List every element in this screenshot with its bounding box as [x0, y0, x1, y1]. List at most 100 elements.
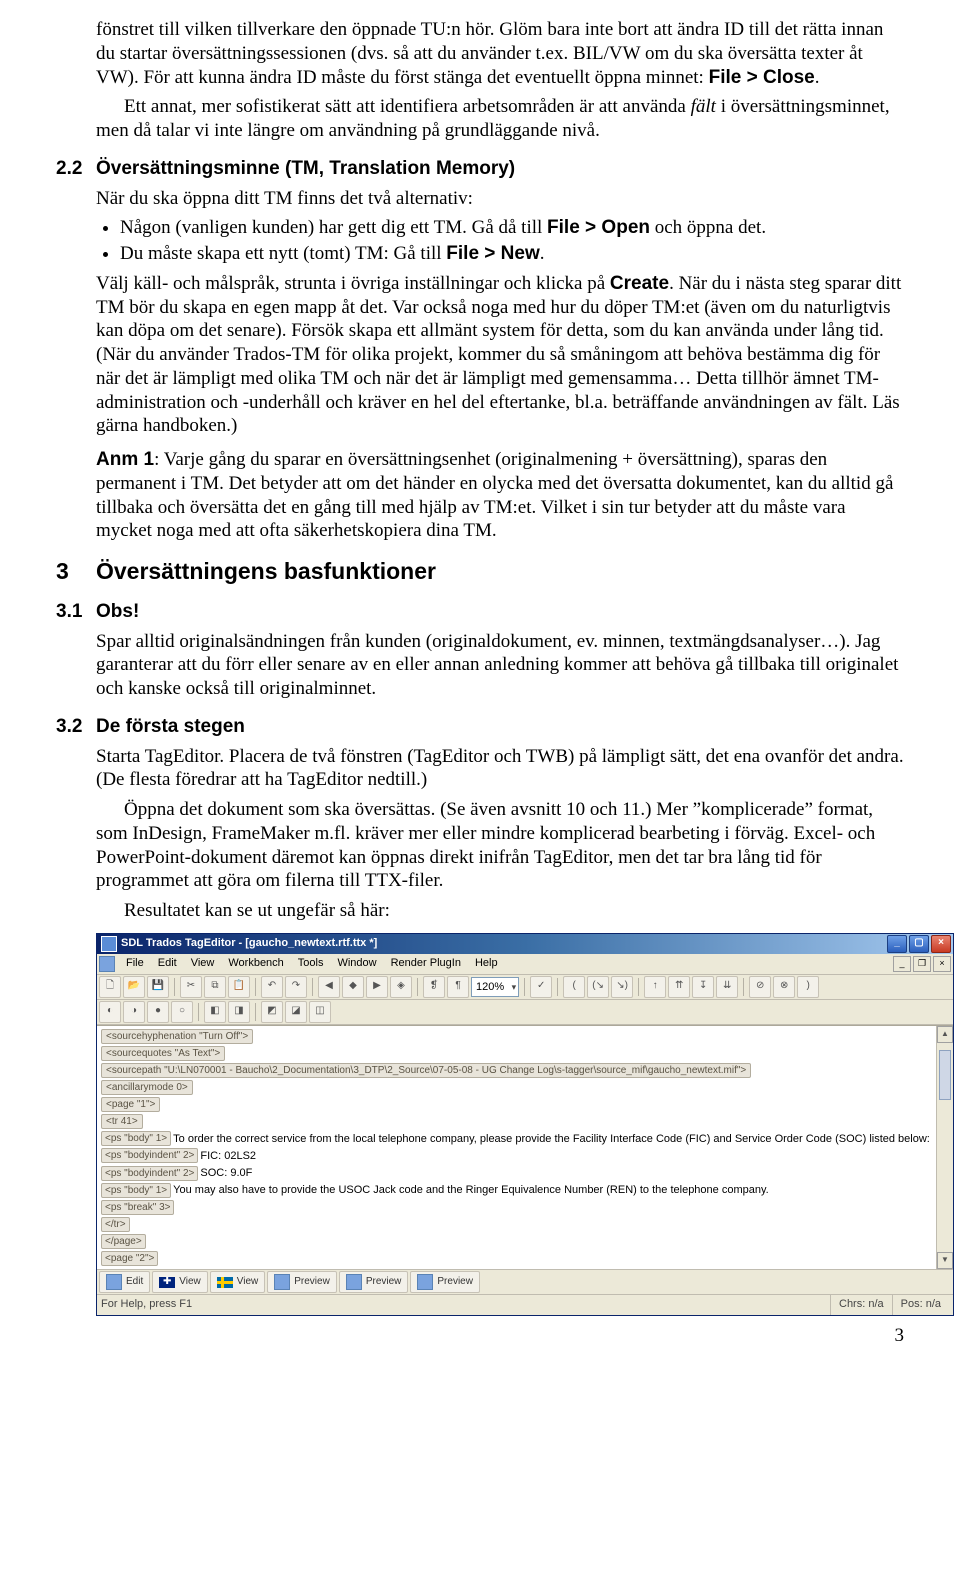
view-tabs: Edit View View Preview Preview Preview — [97, 1269, 953, 1294]
mdi-close-button[interactable]: × — [933, 956, 951, 972]
document-inner[interactable]: <sourcehyphenation "Turn Off"> <sourcequ… — [97, 1026, 953, 1269]
up-arrow-icon[interactable]: ↑ — [644, 976, 666, 998]
menu-render-plugin[interactable]: Render PlugIn — [384, 955, 468, 973]
double-up-icon[interactable]: ⇈ — [668, 976, 690, 998]
maximize-button[interactable]: ▢ — [909, 935, 929, 953]
paste-icon[interactable]: 📋 — [228, 976, 250, 998]
pilcrow-icon[interactable]: ❡ — [423, 976, 445, 998]
menu-workbench[interactable]: Workbench — [221, 955, 290, 973]
status-help: For Help, press F1 — [101, 1298, 830, 1312]
intro-p1-bold: File > Close — [709, 67, 815, 88]
close-button[interactable]: × — [931, 935, 951, 953]
toggle-g-icon[interactable]: ◩ — [261, 1001, 283, 1023]
status-pos: Pos: n/a — [892, 1295, 949, 1315]
tag: <ps "body" 1> — [101, 1183, 171, 1198]
section-3-heading: 3 Översättningens basfunktioner — [56, 557, 904, 586]
toggle-b-icon[interactable]: ◑ — [123, 1001, 145, 1023]
menu-file[interactable]: File — [119, 955, 151, 973]
tab-source-view[interactable]: View — [152, 1271, 208, 1293]
toggle-h-icon[interactable]: ◪ — [285, 1001, 307, 1023]
goto-icon[interactable]: ↧ — [692, 976, 714, 998]
tag: <ancillarymode 0> — [101, 1080, 193, 1095]
s22-b2b: . — [540, 243, 545, 264]
section-3-1-num: 3.1 — [56, 600, 96, 624]
open-paren-arrow-icon[interactable]: (↘ — [587, 976, 609, 998]
open-file-icon[interactable]: 📂 — [123, 976, 145, 998]
tab-preview-3[interactable]: Preview — [410, 1271, 480, 1293]
vertical-scrollbar[interactable]: ▲ ▼ — [936, 1026, 953, 1269]
tag: <ps "break" 3> — [101, 1200, 174, 1215]
copy-icon[interactable]: ⧉ — [204, 976, 226, 998]
tag-pair-icon[interactable]: ◈ — [390, 976, 412, 998]
scroll-down-icon[interactable]: ▼ — [937, 1252, 953, 1269]
s22-p4-text: : Varje gång du sparar en översättningse… — [96, 449, 893, 541]
menubar: File Edit View Workbench Tools Window Re… — [97, 954, 953, 975]
intro-p2-italic: fält — [691, 96, 716, 117]
tag-prev-icon[interactable]: ◀ — [318, 976, 340, 998]
flag-uk-icon — [159, 1277, 175, 1288]
tag: <sourcehyphenation "Turn Off"> — [101, 1029, 253, 1044]
tab-target-view[interactable]: View — [210, 1271, 266, 1293]
tag-next-icon[interactable]: ▶ — [366, 976, 388, 998]
undo-icon[interactable]: ↶ — [261, 976, 283, 998]
minimize-button[interactable]: _ — [887, 935, 907, 953]
toggle-a-icon[interactable]: ◐ — [99, 1001, 121, 1023]
s32-p2: Öppna det dokument som ska översättas. (… — [96, 798, 904, 893]
flag-se-icon — [217, 1277, 233, 1288]
paren-a-icon[interactable]: ⊘ — [749, 976, 771, 998]
menu-window[interactable]: Window — [330, 955, 383, 973]
toggle-f-icon[interactable]: ◨ — [228, 1001, 250, 1023]
tab-preview1-label: Preview — [294, 1276, 330, 1289]
toggle-c-icon[interactable]: ● — [147, 1001, 169, 1023]
menu-help[interactable]: Help — [468, 955, 505, 973]
tab-preview-1[interactable]: Preview — [267, 1271, 337, 1293]
save-icon[interactable]: 💾 — [147, 976, 169, 998]
s22-bullet-2: Du måste skapa ett nytt (tomt) TM: Gå ti… — [120, 242, 904, 266]
window-title: SDL Trados TagEditor - [gaucho_newtext.r… — [121, 937, 887, 951]
double-down-icon[interactable]: ⇊ — [716, 976, 738, 998]
close-arrow-paren-icon[interactable]: ↘) — [611, 976, 633, 998]
tag: <ps "bodyindent" 2> — [101, 1148, 198, 1163]
section-2-2-title: Översättningsminne (TM, Translation Memo… — [96, 157, 515, 181]
tag: <tr 41> — [101, 1114, 143, 1129]
segment-text: SOC: 9.0F — [200, 1167, 252, 1179]
tag: <ps "bodyindent" 2> — [101, 1166, 198, 1181]
menu-view[interactable]: View — [184, 955, 222, 973]
s31-p: Spar alltid originalsändningen från kund… — [96, 630, 904, 701]
tab-preview2-label: Preview — [366, 1276, 402, 1289]
toggle-i-icon[interactable]: ◫ — [309, 1001, 331, 1023]
s32-p3: Resultatet kan se ut ungefär så här: — [96, 899, 904, 923]
pencil-icon — [106, 1274, 122, 1290]
section-3-2-num: 3.2 — [56, 715, 96, 739]
eye-icon — [417, 1274, 433, 1290]
close-paren-icon[interactable]: ) — [797, 976, 819, 998]
s22-p4-bold: Anm 1 — [96, 449, 154, 470]
intro-p1-end: . — [815, 67, 820, 88]
open-paren-icon[interactable]: ( — [563, 976, 585, 998]
segment-text: FIC: 02LS2 — [200, 1150, 256, 1162]
toggle-d-icon[interactable]: ○ — [171, 1001, 193, 1023]
mdi-minimize-button[interactable]: _ — [893, 956, 911, 972]
cut-icon[interactable]: ✂ — [180, 976, 202, 998]
menu-tools[interactable]: Tools — [291, 955, 331, 973]
tab-edit-label: Edit — [126, 1276, 143, 1289]
s22-lead: När du ska öppna ditt TM finns det två a… — [96, 187, 904, 211]
paren-b-icon[interactable]: ⊗ — [773, 976, 795, 998]
check-icon[interactable]: ✓ — [530, 976, 552, 998]
mdi-restore-button[interactable]: ❐ — [913, 956, 931, 972]
segment-text: You may also have to provide the USOC Ja… — [173, 1184, 769, 1196]
redo-icon[interactable]: ↷ — [285, 976, 307, 998]
tab-edit[interactable]: Edit — [99, 1271, 150, 1293]
tab-preview-2[interactable]: Preview — [339, 1271, 409, 1293]
tag-icon[interactable]: ◆ — [342, 976, 364, 998]
scroll-thumb[interactable] — [939, 1050, 951, 1100]
pilcrow2-icon[interactable]: ¶ — [447, 976, 469, 998]
toggle-e-icon[interactable]: ◧ — [204, 1001, 226, 1023]
toolbar-2: ◐ ◑ ● ○ ◧ ◨ ◩ ◪ ◫ — [97, 1000, 953, 1025]
eye-icon — [346, 1274, 362, 1290]
new-file-icon[interactable]: 🗋 — [99, 976, 121, 998]
tab-preview3-label: Preview — [437, 1276, 473, 1289]
menu-edit[interactable]: Edit — [151, 955, 184, 973]
zoom-combo[interactable]: 120% — [471, 977, 519, 997]
scroll-up-icon[interactable]: ▲ — [937, 1026, 953, 1043]
